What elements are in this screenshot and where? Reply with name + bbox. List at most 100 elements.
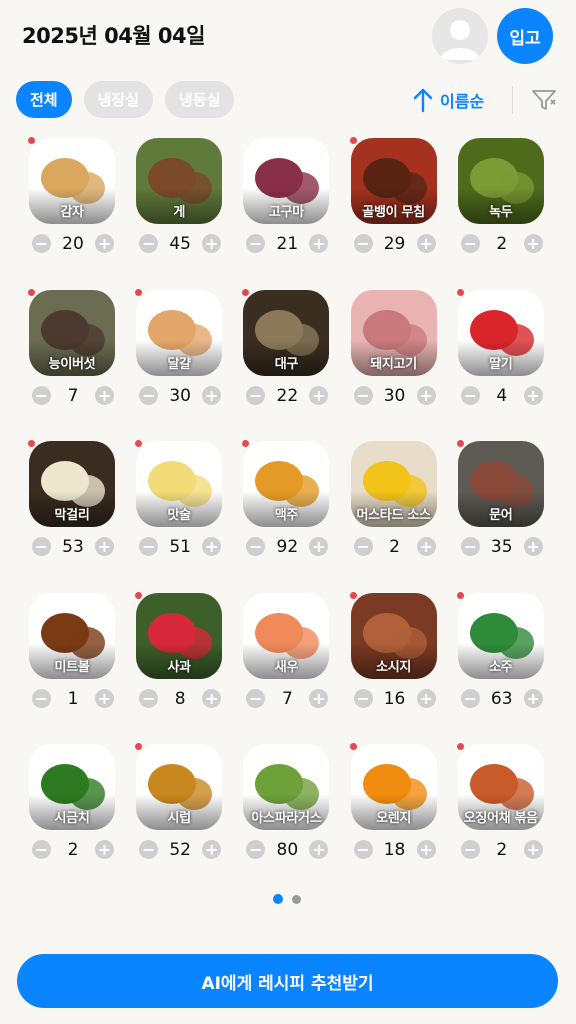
increment-button[interactable]: + [95, 385, 114, 405]
decrement-button[interactable]: − [353, 385, 373, 405]
increment-button[interactable]: + [523, 840, 543, 859]
ingredient-thumbnail[interactable]: 대구 [243, 289, 330, 376]
increment-button[interactable]: + [95, 688, 114, 708]
decrement-button[interactable]: − [32, 385, 51, 405]
ingredient-thumbnail[interactable]: 소시지 [350, 592, 437, 679]
decrement-button[interactable]: − [460, 385, 480, 405]
increment-button[interactable]: + [523, 537, 543, 556]
ingredient-card: 오렌지 −18 + [344, 739, 451, 891]
increment-button[interactable]: + [416, 234, 436, 253]
decrement-button[interactable]: − [460, 688, 480, 708]
ingredient-thumbnail[interactable]: 딸기 [457, 289, 544, 376]
decrement-button[interactable]: − [32, 234, 51, 253]
tab-all[interactable]: 전체 [16, 81, 72, 118]
ingredient-thumbnail[interactable]: 아스파라거스 [243, 744, 330, 830]
ingredient-thumbnail[interactable]: 돼지고기 [350, 289, 437, 376]
decrement-button[interactable]: − [460, 840, 480, 859]
decrement-button[interactable]: − [246, 537, 266, 556]
decrement-button[interactable]: − [139, 537, 159, 556]
ingredient-thumbnail[interactable]: 골뱅이 무침 [350, 138, 437, 224]
decrement-button[interactable]: − [353, 688, 373, 708]
ingredient-name: 돼지고기 [370, 356, 417, 372]
increment-button[interactable]: + [202, 537, 222, 556]
quantity-stepper: −92 + [238, 536, 336, 558]
decrement-button[interactable]: − [353, 840, 373, 859]
page-dot[interactable] [292, 894, 301, 904]
ingredient-thumbnail[interactable]: 시럽 [136, 744, 223, 830]
ingredient-thumbnail[interactable]: 맥주 [243, 441, 330, 527]
ingredient-thumbnail[interactable]: 오징어채 볶음 [457, 744, 544, 830]
increment-button[interactable]: + [95, 840, 114, 859]
filter-icon[interactable] [530, 86, 558, 114]
ingredient-thumbnail[interactable]: 시금치 [29, 744, 115, 830]
ingredient-card: 아스파라거스 −80 + [236, 739, 343, 891]
increment-button[interactable]: + [416, 840, 436, 859]
increment-button[interactable]: + [523, 234, 543, 253]
increment-button[interactable]: + [202, 385, 222, 405]
increment-button[interactable]: + [95, 234, 114, 253]
quantity-stepper: −45 + [131, 233, 229, 255]
page-dot[interactable] [273, 894, 283, 904]
increment-button[interactable]: + [309, 234, 329, 253]
ingredient-thumbnail[interactable]: 소주 [457, 592, 544, 679]
ingredient-card: 소시지 −16 + [344, 588, 451, 740]
increment-button[interactable]: + [202, 688, 222, 708]
ingredient-name: 맥주 [274, 508, 299, 523]
checkin-button[interactable]: 입고 [497, 8, 553, 64]
quantity-value: 35 [490, 537, 513, 557]
quantity-value: 2 [67, 840, 79, 860]
increment-button[interactable]: + [309, 537, 329, 556]
page-indicator [273, 894, 301, 904]
sort-button[interactable]: 이름순 [412, 84, 484, 116]
user-avatar-icon[interactable] [432, 8, 488, 64]
increment-button[interactable]: + [523, 688, 543, 708]
ingredient-thumbnail[interactable]: 맛술 [136, 441, 223, 527]
decrement-button[interactable]: − [246, 385, 266, 405]
ingredient-thumbnail[interactable]: 감자 [29, 138, 115, 224]
ingredient-thumbnail[interactable]: 달걀 [136, 289, 223, 376]
decrement-button[interactable]: − [139, 840, 159, 859]
ingredient-thumbnail[interactable]: 머스타드 소스 [350, 441, 437, 527]
increment-button[interactable]: + [416, 385, 436, 405]
decrement-button[interactable]: − [246, 688, 266, 708]
increment-button[interactable]: + [309, 840, 329, 859]
increment-button[interactable]: + [309, 385, 329, 405]
ingredient-thumbnail[interactable]: 새우 [243, 592, 330, 679]
decrement-button[interactable]: − [460, 234, 480, 253]
tab-fridge[interactable]: 냉장실 [83, 81, 154, 118]
decrement-button[interactable]: − [139, 688, 159, 708]
ingredient-thumbnail[interactable]: 고구마 [243, 138, 330, 224]
quantity-value: 63 [490, 688, 513, 709]
ingredient-thumbnail[interactable]: 오렌지 [350, 744, 437, 830]
ingredient-card: 문어 −35 + [451, 436, 558, 588]
decrement-button[interactable]: − [139, 385, 159, 405]
ingredient-thumbnail[interactable]: 게 [136, 138, 223, 224]
decrement-button[interactable]: − [246, 840, 266, 859]
tab-freezer[interactable]: 냉동실 [165, 81, 235, 118]
increment-button[interactable]: + [416, 537, 436, 556]
decrement-button[interactable]: − [353, 537, 373, 556]
increment-button[interactable]: + [523, 385, 543, 405]
increment-button[interactable]: + [202, 840, 222, 859]
ingredient-grid: 감자 −20 + 게 −45 + 고구마 −21 + 골뱅이 무침 −29 + 녹두 −2 + 능이버섯 −7 +… [22, 133, 558, 891]
decrement-button[interactable]: − [353, 234, 373, 253]
ingredient-name: 문어 [489, 508, 513, 523]
increment-button[interactable]: + [309, 688, 329, 708]
ingredient-thumbnail[interactable]: 능이버섯 [29, 289, 115, 376]
decrement-button[interactable]: − [32, 688, 51, 708]
ingredient-thumbnail[interactable]: 미트볼 [29, 592, 115, 679]
ingredient-name: 소시지 [376, 659, 412, 675]
ingredient-thumbnail[interactable]: 사과 [136, 592, 223, 679]
increment-button[interactable]: + [416, 688, 436, 708]
decrement-button[interactable]: − [460, 537, 480, 556]
ingredient-thumbnail[interactable]: 녹두 [457, 138, 544, 224]
decrement-button[interactable]: − [246, 234, 266, 253]
decrement-button[interactable]: − [32, 840, 51, 859]
increment-button[interactable]: + [202, 234, 222, 253]
increment-button[interactable]: + [95, 537, 114, 556]
decrement-button[interactable]: − [139, 234, 159, 253]
decrement-button[interactable]: − [32, 537, 51, 556]
ingredient-thumbnail[interactable]: 막걸리 [29, 441, 115, 527]
ai-recipe-button[interactable]: AI에게 레시피 추천받기 [17, 954, 558, 1008]
ingredient-thumbnail[interactable]: 문어 [457, 441, 544, 527]
